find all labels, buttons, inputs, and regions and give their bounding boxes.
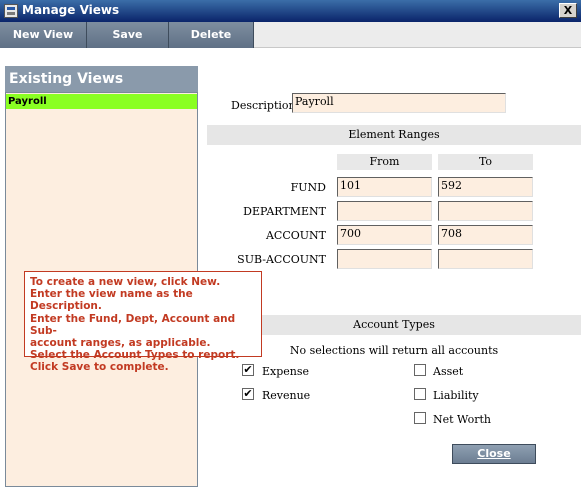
liability-checkbox[interactable] bbox=[414, 388, 426, 400]
delete-button[interactable]: Delete bbox=[169, 22, 254, 48]
account-from-field[interactable]: 700 bbox=[337, 225, 432, 245]
account-to-field[interactable]: 708 bbox=[438, 225, 533, 245]
instruction-line: Enter the Fund, Dept, Account and Sub- bbox=[30, 312, 236, 337]
expense-label: Expense bbox=[262, 365, 310, 378]
from-column-header: From bbox=[337, 154, 432, 170]
fund-from-field[interactable]: 101 bbox=[337, 177, 432, 197]
instruction-line: Select the Account Types to report. bbox=[30, 349, 240, 362]
instruction-line: Click Save to complete. bbox=[30, 361, 169, 374]
net-worth-label: Net Worth bbox=[433, 413, 491, 426]
account-types-note: No selections will return all accounts bbox=[289, 344, 499, 357]
app-icon bbox=[4, 4, 18, 18]
account-label: ACCOUNT bbox=[265, 229, 326, 242]
revenue-label: Revenue bbox=[262, 389, 311, 402]
close-button[interactable]: Close bbox=[452, 444, 536, 464]
instruction-line: Enter the view name as the Description. bbox=[30, 288, 193, 313]
instruction-line: To create a new view, click New. bbox=[30, 276, 221, 288]
instruction-line: account ranges, as applicable. bbox=[30, 337, 211, 350]
revenue-checkbox[interactable]: ✔ bbox=[242, 388, 254, 400]
sub-account-from-field[interactable] bbox=[337, 249, 432, 269]
window-title: Manage Views bbox=[22, 3, 120, 17]
existing-views-header: Existing Views bbox=[5, 66, 198, 92]
new-view-button[interactable]: New View bbox=[0, 22, 87, 48]
account-types-header: Account Types bbox=[207, 315, 581, 335]
asset-label: Asset bbox=[433, 365, 464, 378]
description-field[interactable]: Payroll bbox=[292, 93, 506, 113]
sub-account-to-field[interactable] bbox=[438, 249, 533, 269]
department-from-field[interactable] bbox=[337, 201, 432, 221]
to-column-header: To bbox=[438, 154, 533, 170]
fund-to-field[interactable]: 592 bbox=[438, 177, 533, 197]
description-label: Description bbox=[231, 99, 296, 112]
window-close-button[interactable]: X bbox=[559, 3, 577, 18]
department-label: DEPARTMENT bbox=[243, 205, 326, 218]
department-to-field[interactable] bbox=[438, 201, 533, 221]
liability-label: Liability bbox=[433, 389, 479, 402]
list-item[interactable]: Payroll bbox=[6, 94, 197, 109]
element-ranges-header: Element Ranges bbox=[207, 125, 581, 145]
sub-account-label: SUB-ACCOUNT bbox=[237, 253, 326, 266]
fund-label: FUND bbox=[290, 181, 326, 194]
net-worth-checkbox[interactable] bbox=[414, 412, 426, 424]
save-button[interactable]: Save bbox=[87, 22, 169, 48]
asset-checkbox[interactable] bbox=[414, 364, 426, 376]
instructions-callout: To create a new view, click New. Enter t… bbox=[24, 271, 262, 373]
